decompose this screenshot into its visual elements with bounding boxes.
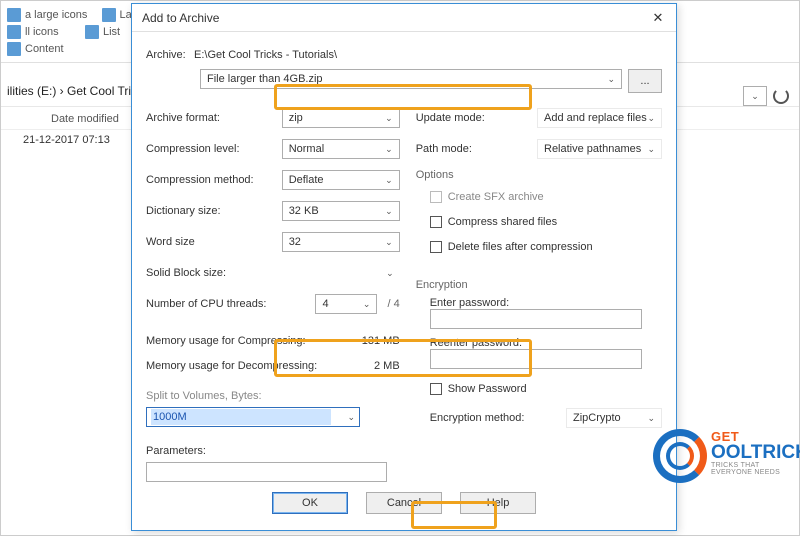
dictionary-size-label: Dictionary size: xyxy=(146,205,221,217)
enter-password-label: Enter password: xyxy=(430,297,662,309)
memory-compress-value: 131 MB xyxy=(362,335,400,347)
chevron-down-icon: ⌄ xyxy=(347,412,355,423)
archive-filename-combo[interactable]: File larger than 4GB.zip ⌄ xyxy=(200,69,622,89)
compression-level-label: Compression level: xyxy=(146,143,240,155)
logo-main-text: OOLTRICKS xyxy=(711,444,785,462)
archive-folder-path: E:\Get Cool Tricks - Tutorials\ xyxy=(194,49,337,61)
close-button[interactable]: ✕ xyxy=(646,8,670,28)
show-password-label: Show Password xyxy=(448,383,527,395)
ok-button[interactable]: OK xyxy=(272,492,348,514)
path-mode-combo[interactable]: Relative pathnames⌄ xyxy=(537,139,662,159)
encryption-method-combo[interactable]: ZipCrypto⌄ xyxy=(566,408,662,428)
compression-method-label: Compression method: xyxy=(146,174,254,186)
cpu-threads-combo[interactable]: 4⌄ xyxy=(315,294,377,314)
chevron-down-icon: ⌄ xyxy=(607,74,615,85)
encryption-method-label: Encryption method: xyxy=(430,412,525,424)
watermark-logo: GET OOLTRICKS TRICKS THAT EVERYONE NEEDS xyxy=(653,429,785,483)
compress-shared-checkbox[interactable] xyxy=(430,216,442,228)
archive-format-label: Archive format: xyxy=(146,112,220,124)
add-to-archive-dialog: Add to Archive ✕ Archive: E:\Get Cool Tr… xyxy=(131,3,677,531)
view-option[interactable]: List xyxy=(103,26,120,38)
refresh-icon[interactable] xyxy=(773,88,789,104)
dictionary-size-combo[interactable]: 32 KB⌄ xyxy=(282,201,400,221)
solid-block-label: Solid Block size: xyxy=(146,267,226,279)
solid-block-combo[interactable]: ⌄ xyxy=(282,263,400,283)
encryption-section-label: Encryption xyxy=(416,279,662,291)
memory-decompress-label: Memory usage for Decompressing: xyxy=(146,360,317,372)
split-volumes-combo[interactable]: ⌄ xyxy=(146,407,360,427)
memory-decompress-value: 2 MB xyxy=(374,360,400,372)
reenter-password-input[interactable] xyxy=(430,349,642,369)
word-size-combo[interactable]: 32⌄ xyxy=(282,232,400,252)
view-option[interactable]: Content xyxy=(25,43,64,55)
cancel-button[interactable]: Cancel xyxy=(366,492,442,514)
logo-ring-icon xyxy=(653,429,707,483)
update-mode-combo[interactable]: Add and replace files⌄ xyxy=(537,108,662,128)
help-button[interactable]: Help xyxy=(460,492,536,514)
enter-password-input[interactable] xyxy=(430,309,642,329)
view-dropdown[interactable]: ⌄ xyxy=(743,86,767,106)
compress-shared-label: Compress shared files xyxy=(448,216,557,228)
delete-after-label: Delete files after compression xyxy=(448,241,593,253)
reenter-password-label: Reenter password: xyxy=(430,337,662,349)
view-option[interactable]: ll icons xyxy=(25,26,59,38)
create-sfx-label: Create SFX archive xyxy=(448,191,544,203)
view-option[interactable]: a large icons xyxy=(25,9,87,21)
refresh-area: ⌄ xyxy=(743,86,789,106)
parameters-input[interactable] xyxy=(146,462,387,482)
create-sfx-checkbox xyxy=(430,191,442,203)
memory-compress-label: Memory usage for Compressing: xyxy=(146,335,306,347)
parameters-label: Parameters: xyxy=(146,445,400,457)
compression-level-combo[interactable]: Normal⌄ xyxy=(282,139,400,159)
logo-tagline: TRICKS THAT EVERYONE NEEDS xyxy=(711,462,785,476)
archive-label: Archive: xyxy=(146,49,194,61)
archive-filename-value: File larger than 4GB.zip xyxy=(207,73,323,85)
cpu-threads-total: / 4 xyxy=(387,298,399,310)
archive-format-combo[interactable]: zip⌄ xyxy=(282,108,400,128)
browse-button[interactable]: ... xyxy=(628,69,662,93)
options-section-label: Options xyxy=(416,169,662,181)
split-volumes-input[interactable] xyxy=(151,409,331,425)
word-size-label: Word size xyxy=(146,236,195,248)
delete-after-checkbox[interactable] xyxy=(430,241,442,253)
cpu-threads-label: Number of CPU threads: xyxy=(146,298,266,310)
update-mode-label: Update mode: xyxy=(416,112,485,124)
path-mode-label: Path mode: xyxy=(416,143,472,155)
split-volumes-label: Split to Volumes, Bytes: xyxy=(146,390,400,402)
dialog-title: Add to Archive xyxy=(142,11,219,25)
compression-method-combo[interactable]: Deflate⌄ xyxy=(282,170,400,190)
show-password-checkbox[interactable] xyxy=(430,383,442,395)
